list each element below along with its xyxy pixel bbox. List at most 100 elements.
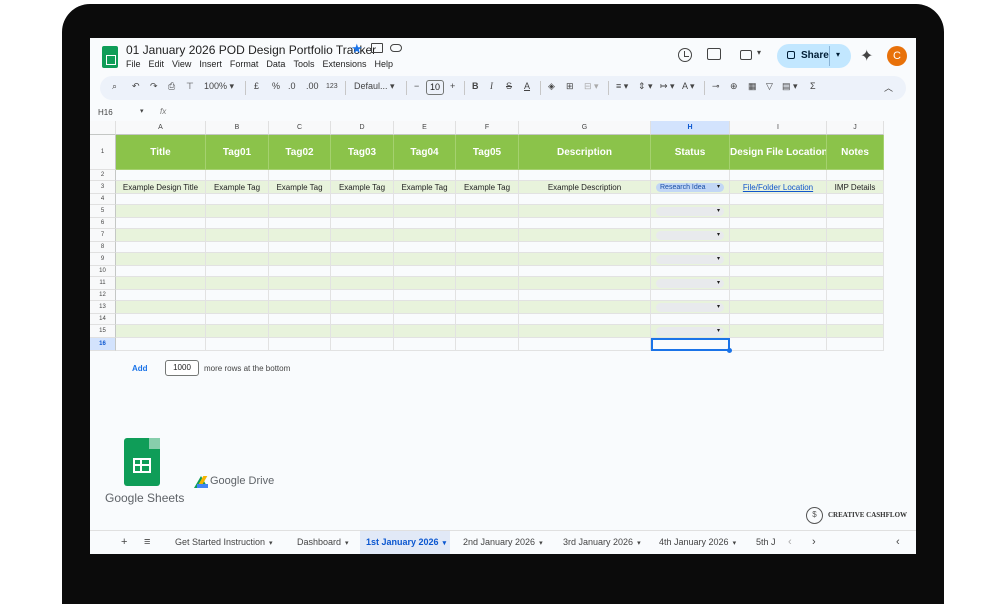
- chevron-down-icon[interactable]: ▾: [637, 540, 641, 547]
- cell[interactable]: [519, 253, 651, 266]
- column-header[interactable]: B: [206, 121, 269, 135]
- cell[interactable]: [269, 170, 331, 181]
- cell[interactable]: [206, 325, 269, 338]
- cell[interactable]: [206, 253, 269, 266]
- cell[interactable]: [456, 325, 519, 338]
- column-header[interactable]: F: [456, 121, 519, 135]
- cell[interactable]: [651, 314, 730, 325]
- cell[interactable]: [331, 194, 394, 205]
- column-header[interactable]: I: [730, 121, 827, 135]
- cell[interactable]: [116, 266, 206, 277]
- cell[interactable]: [519, 325, 651, 338]
- cell[interactable]: [116, 205, 206, 218]
- document-title[interactable]: 01 January 2026 POD Design Portfolio Tra…: [126, 43, 376, 57]
- cell[interactable]: [456, 253, 519, 266]
- cell[interactable]: [206, 170, 269, 181]
- cell[interactable]: [456, 205, 519, 218]
- cell[interactable]: [116, 194, 206, 205]
- cell[interactable]: [116, 242, 206, 253]
- filter-views-icon[interactable]: ▤ ▾: [782, 81, 798, 92]
- sheet-tab[interactable]: Get Started Instruction ▾: [169, 531, 283, 554]
- cell[interactable]: [331, 266, 394, 277]
- cell[interactable]: File/Folder Location: [730, 181, 827, 194]
- text-rotation-icon[interactable]: A ▾: [682, 81, 695, 92]
- cell[interactable]: [519, 242, 651, 253]
- name-box[interactable]: H16: [98, 108, 113, 117]
- chevron-down-icon[interactable]: ▾: [836, 50, 840, 59]
- merge-cells-icon[interactable]: ⊟ ▾: [584, 81, 599, 92]
- cell[interactable]: [269, 325, 331, 338]
- chevron-down-icon[interactable]: ▾: [269, 540, 273, 547]
- column-header[interactable]: H: [651, 121, 730, 135]
- cell[interactable]: Example Tag: [456, 181, 519, 194]
- insert-chart-icon[interactable]: ▦: [748, 81, 757, 92]
- menu-tools[interactable]: Tools: [293, 59, 314, 69]
- cell[interactable]: IMP Details: [827, 181, 884, 194]
- strikethrough-icon[interactable]: S: [506, 81, 512, 91]
- cell[interactable]: [331, 277, 394, 290]
- cell[interactable]: [730, 229, 827, 242]
- rows-count-input[interactable]: 1000: [165, 360, 199, 376]
- row-header[interactable]: 11: [90, 277, 116, 290]
- column-header[interactable]: C: [269, 121, 331, 135]
- cell[interactable]: [519, 277, 651, 290]
- cell[interactable]: [116, 229, 206, 242]
- cell[interactable]: [519, 301, 651, 314]
- cell[interactable]: [269, 290, 331, 301]
- status-cell[interactable]: ▾: [651, 229, 730, 242]
- cell[interactable]: [651, 242, 730, 253]
- cell[interactable]: [730, 194, 827, 205]
- row-header[interactable]: 1: [90, 135, 116, 170]
- cell[interactable]: [827, 314, 884, 325]
- cell[interactable]: [730, 277, 827, 290]
- cell[interactable]: [394, 277, 456, 290]
- cell[interactable]: [730, 205, 827, 218]
- column-header[interactable]: D: [331, 121, 394, 135]
- cell[interactable]: [519, 170, 651, 181]
- cell[interactable]: [827, 277, 884, 290]
- currency-button[interactable]: £: [254, 81, 259, 91]
- vertical-align-icon[interactable]: ⇕ ▾: [638, 81, 653, 92]
- sheet-tab[interactable]: 5th J: [750, 531, 780, 554]
- cell[interactable]: [206, 277, 269, 290]
- cell[interactable]: Example Description: [519, 181, 651, 194]
- cell[interactable]: [827, 325, 884, 338]
- star-icon[interactable]: ★: [351, 41, 363, 57]
- cell[interactable]: [827, 229, 884, 242]
- header-cell[interactable]: Tag04: [394, 135, 456, 170]
- cell[interactable]: [394, 314, 456, 325]
- select-all-corner[interactable]: [90, 121, 116, 135]
- cell[interactable]: [269, 205, 331, 218]
- cell[interactable]: [827, 242, 884, 253]
- row-header[interactable]: 13: [90, 301, 116, 314]
- column-header[interactable]: J: [827, 121, 884, 135]
- cell[interactable]: Example Tag: [394, 181, 456, 194]
- status-dropdown-chip[interactable]: ▾: [656, 255, 724, 264]
- status-cell[interactable]: Research Idea ▾: [651, 181, 730, 194]
- cell[interactable]: [456, 301, 519, 314]
- cell[interactable]: [827, 170, 884, 181]
- row-header[interactable]: 15: [90, 325, 116, 338]
- cell[interactable]: [394, 266, 456, 277]
- cell[interactable]: [730, 253, 827, 266]
- sheet-tab[interactable]: 1st January 2026 ▾: [360, 531, 450, 554]
- scroll-tabs-right-icon[interactable]: ›: [812, 536, 816, 548]
- row-header[interactable]: 3: [90, 181, 116, 194]
- fill-color-icon[interactable]: ◈: [548, 81, 555, 92]
- menu-data[interactable]: Data: [266, 59, 285, 69]
- row-header[interactable]: 10: [90, 266, 116, 277]
- insert-comment-icon[interactable]: ⊕: [730, 81, 738, 92]
- cell[interactable]: [456, 290, 519, 301]
- cell[interactable]: [394, 205, 456, 218]
- chevron-down-icon[interactable]: ▾: [757, 48, 761, 57]
- number-format-button[interactable]: 123: [326, 83, 338, 90]
- header-cell[interactable]: Tag02: [269, 135, 331, 170]
- cell[interactable]: [269, 194, 331, 205]
- cell[interactable]: [730, 218, 827, 229]
- sheet-tab[interactable]: 3rd January 2026 ▾: [557, 531, 645, 554]
- cell[interactable]: [519, 338, 651, 351]
- cell[interactable]: [827, 301, 884, 314]
- italic-button[interactable]: I: [490, 81, 493, 91]
- avatar[interactable]: C: [887, 46, 907, 66]
- cell[interactable]: [730, 242, 827, 253]
